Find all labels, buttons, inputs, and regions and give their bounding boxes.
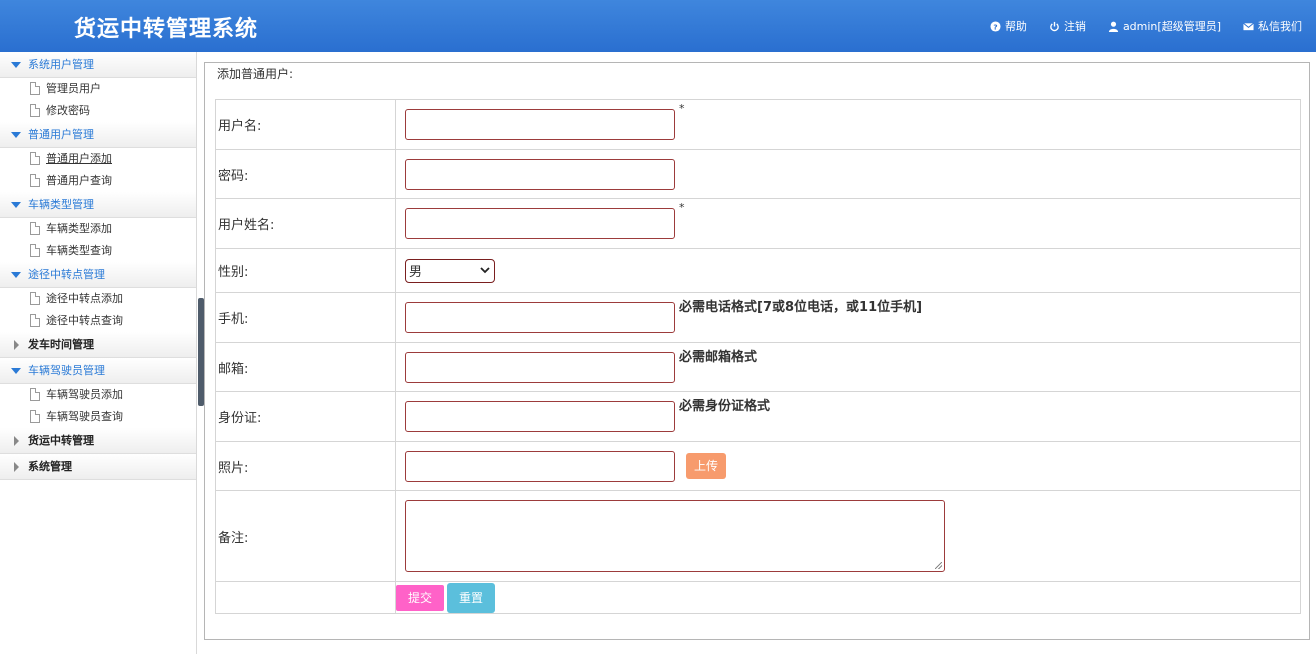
form-row-username: 用户名: * xyxy=(215,99,1301,150)
sidebar-group-system[interactable]: 系统管理 xyxy=(0,454,196,480)
sidebar-item-query-driver[interactable]: 车辆驾驶员查询 xyxy=(0,406,196,428)
photo-input[interactable] xyxy=(405,450,675,482)
top-nav: ? 帮助 注销 admin[超级管理员] 私信我们 xyxy=(990,18,1302,34)
caret-right-icon xyxy=(11,332,21,358)
document-icon xyxy=(30,410,40,423)
email-format-hint: 必需邮箱格式 xyxy=(679,350,758,365)
gender-select[interactable]: 男 xyxy=(405,258,495,283)
email-input[interactable] xyxy=(405,351,675,383)
sidebar-item-admin-users[interactable]: 管理员用户 xyxy=(0,78,196,100)
idcard-input[interactable] xyxy=(405,401,675,432)
caret-down-icon xyxy=(11,122,21,148)
gender-label: 性别: xyxy=(215,248,396,293)
document-icon xyxy=(30,152,40,165)
submit-button[interactable]: 提交 xyxy=(396,584,444,611)
realname-label: 用户姓名: xyxy=(215,198,396,249)
phone-label: 手机: xyxy=(215,292,396,343)
top-header: 货运中转管理系统 ? 帮助 注销 admin[超级管理员] 私信我们 xyxy=(0,0,1316,52)
reset-button[interactable]: 重置 xyxy=(447,582,495,613)
document-icon xyxy=(30,82,40,95)
logout-label: 注销 xyxy=(1063,20,1086,33)
sidebar-group-vehicle-types[interactable]: 车辆类型管理 xyxy=(0,192,196,218)
caret-down-icon xyxy=(11,52,21,78)
caret-right-icon xyxy=(11,428,21,454)
password-label: 密码: xyxy=(215,149,396,199)
caret-down-icon xyxy=(11,192,21,218)
sidebar-group-system-users[interactable]: 系统用户管理 xyxy=(0,52,196,78)
remark-textarea[interactable] xyxy=(405,500,945,572)
sidebar-item-add-normal-user[interactable]: 普通用户添加 xyxy=(0,148,196,170)
form-row-phone: 手机: 必需电话格式[7或8位电话，或11位手机] xyxy=(215,292,1301,343)
caret-down-icon xyxy=(11,358,21,384)
document-icon xyxy=(30,388,40,401)
form-row-idcard: 身份证: 必需身份证格式 xyxy=(215,391,1301,442)
email-label: 邮箱: xyxy=(215,342,396,392)
upload-button[interactable]: 上传 xyxy=(686,453,726,479)
main-content: 添加普通用户: 用户名: * 密码: 用户姓名: * 性别: 男 手机: 必需电… xyxy=(204,52,1316,654)
phone-format-hint: 必需电话格式[7或8位电话，或11位手机] xyxy=(679,300,923,315)
current-user-link[interactable]: admin[超级管理员] xyxy=(1108,18,1221,34)
resize-grip-icon[interactable] xyxy=(935,562,942,569)
user-icon xyxy=(1108,21,1119,32)
sidebar-item-query-normal-user[interactable]: 普通用户查询 xyxy=(0,170,196,192)
form-row-remark: 备注: xyxy=(215,490,1301,582)
form-row-actions: 提交 重置 xyxy=(215,581,1301,614)
idcard-format-hint: 必需身份证格式 xyxy=(679,399,771,414)
sidebar-item-add-transfer-point[interactable]: 途径中转点添加 xyxy=(0,288,196,310)
sidebar-item-add-driver[interactable]: 车辆驾驶员添加 xyxy=(0,384,196,406)
realname-required-mark: * xyxy=(679,201,685,214)
app-title: 货运中转管理系统 xyxy=(74,16,259,42)
svg-text:?: ? xyxy=(993,22,997,31)
sidebar-group-departure-time[interactable]: 发车时间管理 xyxy=(0,332,196,358)
sidebar-item-change-password[interactable]: 修改密码 xyxy=(0,100,196,122)
document-icon xyxy=(30,222,40,235)
form-row-gender: 性别: 男 xyxy=(215,248,1301,293)
logout-link[interactable]: 注销 xyxy=(1049,18,1086,34)
username-input[interactable] xyxy=(405,109,675,140)
form-row-email: 邮箱: 必需邮箱格式 xyxy=(215,342,1301,392)
add-user-form: 用户名: * 密码: 用户姓名: * 性别: 男 手机: 必需电话格式[7或8位… xyxy=(215,99,1301,614)
sidebar-group-normal-users[interactable]: 普通用户管理 xyxy=(0,122,196,148)
power-icon xyxy=(1049,21,1060,32)
idcard-label: 身份证: xyxy=(215,391,396,442)
username-required-mark: * xyxy=(679,102,685,115)
caret-right-icon xyxy=(11,454,21,480)
sidebar-item-add-vehicle-type[interactable]: 车辆类型添加 xyxy=(0,218,196,240)
password-input[interactable] xyxy=(405,158,675,190)
help-label: 帮助 xyxy=(1004,20,1027,33)
sidebar-item-query-transfer-point[interactable]: 途径中转点查询 xyxy=(0,310,196,332)
sidebar-group-freight-transfer[interactable]: 货运中转管理 xyxy=(0,428,196,454)
remark-label: 备注: xyxy=(215,490,396,582)
mail-icon xyxy=(1243,21,1254,32)
message-link[interactable]: 私信我们 xyxy=(1243,18,1302,34)
sidebar-item-query-vehicle-type[interactable]: 车辆类型查询 xyxy=(0,240,196,262)
gender-selected-value: 男 xyxy=(409,265,423,280)
photo-label: 照片: xyxy=(215,441,396,491)
help-link[interactable]: ? 帮助 xyxy=(990,18,1027,34)
form-row-realname: 用户姓名: * xyxy=(215,198,1301,249)
chevron-down-icon xyxy=(480,267,490,274)
add-user-fieldset: 添加普通用户: 用户名: * 密码: 用户姓名: * 性别: 男 手机: 必需电… xyxy=(204,62,1310,640)
document-icon xyxy=(30,244,40,257)
sidebar-group-drivers[interactable]: 车辆驾驶员管理 xyxy=(0,358,196,384)
realname-input[interactable] xyxy=(405,208,675,239)
message-label: 私信我们 xyxy=(1258,20,1302,33)
form-legend: 添加普通用户: xyxy=(215,65,296,82)
document-icon xyxy=(30,314,40,327)
phone-input[interactable] xyxy=(405,302,675,333)
current-user-label: admin[超级管理员] xyxy=(1122,20,1221,33)
form-row-photo: 照片: 上传 xyxy=(215,441,1301,491)
document-icon xyxy=(30,104,40,117)
sidebar: 系统用户管理 管理员用户 修改密码 普通用户管理 普通用户添加 普通用户查询 车… xyxy=(0,52,197,654)
document-icon xyxy=(30,174,40,187)
sidebar-group-transfer-points[interactable]: 途径中转点管理 xyxy=(0,262,196,288)
help-icon: ? xyxy=(990,20,1001,32)
form-row-password: 密码: xyxy=(215,149,1301,199)
caret-down-icon xyxy=(11,262,21,288)
username-label: 用户名: xyxy=(215,99,396,150)
document-icon xyxy=(30,292,40,305)
